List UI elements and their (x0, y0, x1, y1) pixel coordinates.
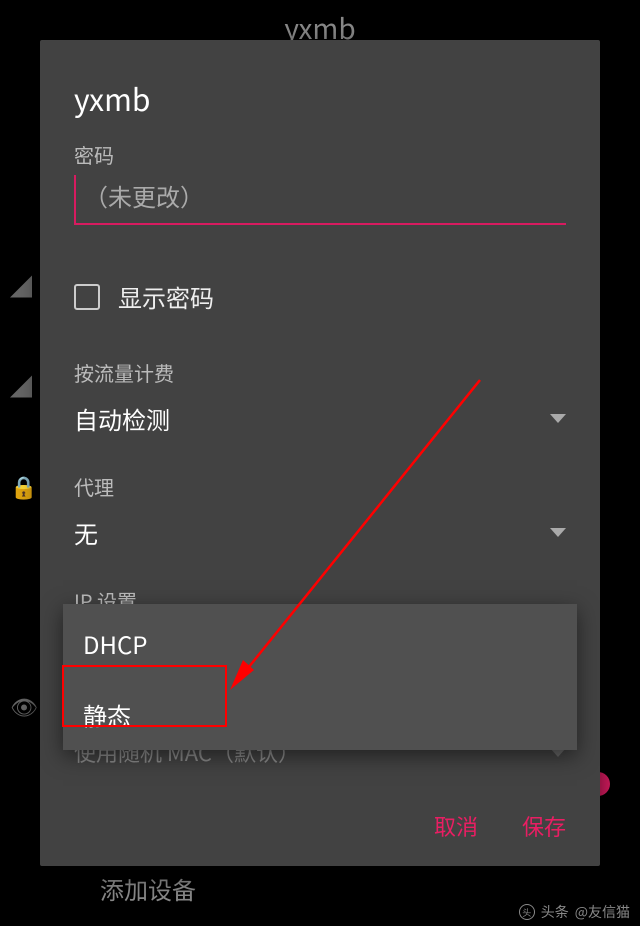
password-label: 密码 (74, 140, 566, 169)
ip-option-static[interactable]: 静态 (63, 679, 577, 750)
proxy-label: 代理 (74, 472, 566, 501)
metered-value: 自动检测 (74, 401, 170, 436)
password-input[interactable] (74, 175, 566, 225)
dialog-title: yxmb (74, 76, 566, 120)
cancel-button[interactable]: 取消 (434, 810, 478, 842)
eye-icon: 👁 (10, 690, 38, 722)
wifi-icon: ◢ (10, 370, 32, 402)
show-password-label: 显示密码 (118, 279, 214, 314)
watermark-user: @友信猫 (575, 902, 630, 922)
watermark-icon: 头 (519, 904, 535, 920)
lock-icon: 🔒 (10, 470, 37, 502)
watermark-brand: 头条 (541, 902, 569, 922)
dialog-actions: 取消 保存 (434, 810, 566, 842)
proxy-value: 无 (74, 515, 98, 550)
metered-select[interactable]: 自动检测 (74, 401, 566, 436)
ip-settings-dropdown: DHCP 静态 (63, 604, 577, 750)
background-bottom-text: 添加设备 (100, 871, 196, 906)
chevron-down-icon (550, 414, 566, 423)
save-button[interactable]: 保存 (522, 810, 566, 842)
proxy-select[interactable]: 无 (74, 515, 566, 550)
ip-option-dhcp[interactable]: DHCP (63, 604, 577, 679)
metered-label: 按流量计费 (74, 358, 566, 387)
show-password-row[interactable]: 显示密码 (74, 279, 566, 314)
wifi-icon: ◢ (10, 270, 32, 302)
show-password-checkbox[interactable] (74, 284, 100, 310)
watermark: 头 头条 @友信猫 (519, 902, 630, 922)
chevron-down-icon (550, 528, 566, 537)
